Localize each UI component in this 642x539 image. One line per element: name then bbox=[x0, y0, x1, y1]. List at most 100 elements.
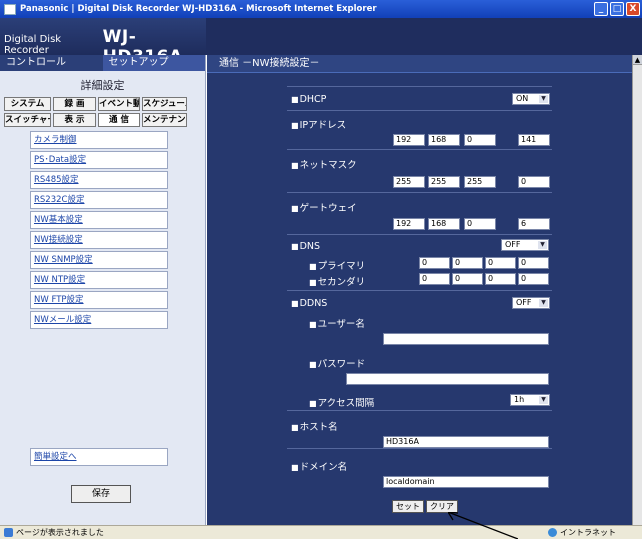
category-display-button[interactable]: 表 示 bbox=[53, 113, 96, 127]
intranet-icon bbox=[548, 528, 557, 537]
host-label: ホスト名 bbox=[291, 419, 338, 433]
security-zone: イントラネット bbox=[548, 527, 616, 538]
ie-page-icon bbox=[4, 3, 16, 15]
window-titlebar: Panasonic | Digital Disk Recorder WJ-HD3… bbox=[0, 0, 642, 18]
category-event-button[interactable]: イベント動作 bbox=[98, 97, 140, 111]
easy-setup-link[interactable]: 簡単設定へ bbox=[30, 448, 168, 466]
ip-label: IPアドレス bbox=[291, 117, 347, 131]
menu-nw-ftp[interactable]: NW FTP設定 bbox=[30, 291, 168, 309]
save-button[interactable]: 保存 bbox=[71, 485, 131, 503]
status-bar: ページが表示されました イントラネット bbox=[0, 525, 642, 539]
chevron-down-icon: ▼ bbox=[538, 241, 547, 249]
ddns-user-input[interactable] bbox=[383, 333, 549, 345]
ddns-interval-select[interactable]: 1h ▼ bbox=[510, 394, 550, 406]
dhcp-label: DHCP bbox=[291, 94, 327, 105]
ip-octet-4[interactable]: 141 bbox=[518, 134, 550, 146]
brand-prefix: Digital Disk Recorder bbox=[4, 34, 62, 56]
ip-row: IPアドレス 192 168 0 141 bbox=[287, 110, 552, 149]
gateway-row: ゲートウェイ 192 168 0 6 bbox=[287, 192, 552, 234]
category-buttons: システム 録 画 イベント動作 スケジュール スイッチャー 表 示 通 信 メン… bbox=[0, 97, 205, 127]
dhcp-row: DHCP ON▼ bbox=[287, 86, 552, 110]
host-input[interactable]: HD316A bbox=[383, 436, 549, 448]
dns-primary-octet-1[interactable]: 0 bbox=[419, 257, 450, 269]
netmask-octet-1[interactable]: 255 bbox=[393, 176, 425, 188]
minimize-button[interactable]: _ bbox=[594, 2, 608, 16]
gateway-octet-3[interactable]: 0 bbox=[464, 218, 496, 230]
dns-primary-octet-2[interactable]: 0 bbox=[452, 257, 483, 269]
dns-primary-label: プライマリ bbox=[309, 258, 366, 272]
ip-octet-2[interactable]: 168 bbox=[428, 134, 460, 146]
ddns-interval-label: アクセス間隔 bbox=[309, 395, 375, 409]
sidebar-heading: 詳細設定 bbox=[80, 79, 125, 92]
page-title: 通信 －NW接続設定－ bbox=[207, 55, 632, 73]
dns-secondary-label: セカンダリ bbox=[309, 274, 366, 288]
tab-control[interactable]: コントロール bbox=[0, 55, 103, 71]
category-record-button[interactable]: 録 画 bbox=[53, 97, 96, 111]
menu-camera-control[interactable]: カメラ制御 bbox=[30, 131, 168, 149]
ddns-row: DDNS OFF▼ ユーザー名 パスワード アクセス間隔 1h▼ bbox=[287, 290, 552, 410]
ip-octet-1[interactable]: 192 bbox=[393, 134, 425, 146]
netmask-row: ネットマスク 255 255 255 0 bbox=[287, 149, 552, 192]
domain-row: ドメイン名 localdomain bbox=[287, 448, 552, 488]
maximize-button[interactable]: □ bbox=[610, 2, 624, 16]
chevron-down-icon: ▼ bbox=[539, 396, 548, 404]
ip-octet-3[interactable]: 0 bbox=[464, 134, 496, 146]
status-text: ページが表示されました bbox=[16, 528, 104, 537]
ddns-password-label: パスワード bbox=[309, 356, 366, 370]
category-schedule-button[interactable]: スケジュール bbox=[142, 97, 187, 111]
ddns-user-label: ユーザー名 bbox=[309, 316, 365, 330]
dns-select[interactable]: OFF ▼ bbox=[501, 239, 549, 251]
category-comm-button[interactable]: 通 信 bbox=[98, 113, 140, 127]
page-done-icon bbox=[4, 528, 13, 537]
dns-primary-octet-4[interactable]: 0 bbox=[518, 257, 549, 269]
dns-row: DNS OFF▼ プライマリ 0 0 0 0 セカンダリ 0 0 0 0 bbox=[287, 234, 552, 290]
vertical-scrollbar[interactable]: ▲ bbox=[632, 55, 642, 525]
dns-label: DNS bbox=[291, 241, 320, 252]
ddns-label: DDNS bbox=[291, 298, 328, 309]
netmask-label: ネットマスク bbox=[291, 157, 357, 171]
chevron-down-icon: ▼ bbox=[539, 95, 548, 103]
gateway-label: ゲートウェイ bbox=[291, 200, 357, 214]
gateway-octet-4[interactable]: 6 bbox=[518, 218, 550, 230]
dhcp-select[interactable]: ON ▼ bbox=[512, 93, 550, 105]
netmask-octet-4[interactable]: 0 bbox=[518, 176, 550, 188]
set-button[interactable]: セット bbox=[392, 500, 424, 513]
host-row: ホスト名 HD316A bbox=[287, 410, 552, 448]
domain-input[interactable]: localdomain bbox=[383, 476, 549, 488]
menu-nw-snmp[interactable]: NW SNMP設定 bbox=[30, 251, 168, 269]
gateway-octet-2[interactable]: 168 bbox=[428, 218, 460, 230]
category-maintenance-button[interactable]: メンテナンス bbox=[142, 113, 187, 127]
dns-secondary-octet-3[interactable]: 0 bbox=[485, 273, 516, 285]
menu-nw-basic[interactable]: NW基本設定 bbox=[30, 211, 168, 229]
netmask-octet-3[interactable]: 255 bbox=[464, 176, 496, 188]
menu-nw-mail[interactable]: NWメール設定 bbox=[30, 311, 168, 329]
clear-button[interactable]: クリア bbox=[426, 500, 458, 513]
dns-primary-octet-3[interactable]: 0 bbox=[485, 257, 516, 269]
dns-secondary-octet-1[interactable]: 0 bbox=[419, 273, 450, 285]
window-title: Panasonic | Digital Disk Recorder WJ-HD3… bbox=[20, 4, 377, 14]
settings-menu: カメラ制御 PS･Data設定 RS485設定 RS232C設定 NW基本設定 … bbox=[30, 131, 168, 329]
menu-nw-connection[interactable]: NW接続設定 bbox=[30, 231, 168, 249]
netmask-octet-2[interactable]: 255 bbox=[428, 176, 460, 188]
category-switcher-button[interactable]: スイッチャー bbox=[4, 113, 51, 127]
brand-header: Digital Disk Recorder WJ-HD316A bbox=[0, 18, 206, 67]
menu-rs232c[interactable]: RS232C設定 bbox=[30, 191, 168, 209]
dns-secondary-octet-4[interactable]: 0 bbox=[518, 273, 549, 285]
menu-ps-data[interactable]: PS･Data設定 bbox=[30, 151, 168, 169]
ddns-password-input[interactable] bbox=[346, 373, 549, 385]
ddns-select[interactable]: OFF ▼ bbox=[512, 297, 550, 309]
gateway-octet-1[interactable]: 192 bbox=[393, 218, 425, 230]
sidebar: コントロール セットアップ 詳細設定 システム 録 画 イベント動作 スケジュー… bbox=[0, 55, 206, 525]
close-button[interactable]: X bbox=[626, 2, 640, 16]
header-bar bbox=[206, 18, 642, 55]
menu-nw-ntp[interactable]: NW NTP設定 bbox=[30, 271, 168, 289]
chevron-down-icon: ▼ bbox=[539, 299, 548, 307]
form-actions: セット クリア bbox=[392, 500, 458, 513]
tab-setup[interactable]: セットアップ bbox=[102, 55, 205, 71]
dns-secondary-octet-2[interactable]: 0 bbox=[452, 273, 483, 285]
scroll-up-icon[interactable]: ▲ bbox=[633, 55, 642, 65]
zone-text: イントラネット bbox=[560, 528, 616, 537]
menu-rs485[interactable]: RS485設定 bbox=[30, 171, 168, 189]
category-system-button[interactable]: システム bbox=[4, 97, 51, 111]
domain-label: ドメイン名 bbox=[291, 459, 348, 473]
